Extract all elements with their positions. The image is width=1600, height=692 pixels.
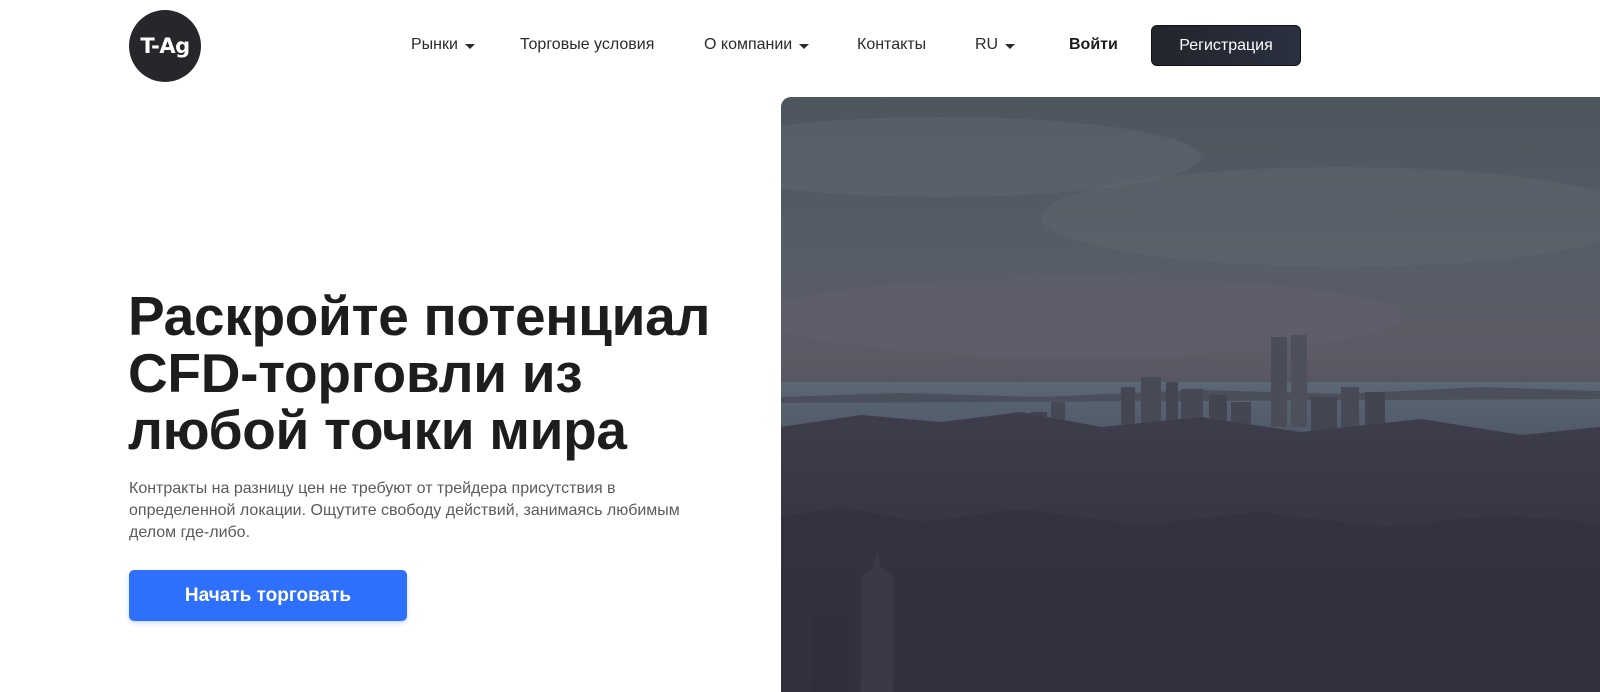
nav-item-about[interactable]: О компании [704, 33, 810, 57]
nav-item-label: Контакты [857, 36, 927, 53]
login-link[interactable]: Войти [1069, 33, 1118, 57]
caret-down-icon [1005, 43, 1016, 49]
nav-item-label: О компании [704, 36, 793, 53]
nav-item-trading-conditions[interactable]: Торговые условия [520, 33, 654, 57]
hero-description-line: делом где-либо. [129, 524, 251, 541]
hero-description-line: Контракты на разницу цен не требуют от т… [129, 480, 616, 497]
start-trading-label: Начать торговать [184, 584, 352, 606]
hero-description-line: определенной локации. Ощутите свободу де… [129, 502, 680, 519]
hero-title-line: Раскройте потенциал [128, 285, 711, 347]
register-label: Регистрация [1179, 36, 1273, 54]
language-selector[interactable]: RU [975, 33, 1016, 57]
caret-down-icon [464, 43, 475, 49]
nav-item-contacts[interactable]: Контакты [857, 33, 926, 57]
site-header: T-Ag Рынки Торговые условия О компании К… [0, 0, 1600, 92]
login-label: Войти [1069, 36, 1118, 53]
nav-item-markets[interactable]: Рынки [411, 33, 475, 57]
register-button[interactable]: Регистрация [1151, 25, 1301, 66]
language-label: RU [975, 36, 999, 53]
main-nav: Рынки Торговые условия О компании Контак… [0, 33, 1600, 57]
hero-title-line: CFD-торговли из [128, 342, 583, 404]
hero-description: Контракты на разницу цен не требуют от т… [129, 478, 729, 544]
start-trading-button[interactable]: Начать торговать [129, 570, 407, 621]
caret-down-icon [799, 43, 810, 49]
nav-item-label: Торговые условия [520, 36, 655, 53]
city-skyline-image [781, 97, 1600, 692]
city-skyline-illustration [781, 117, 1600, 692]
hero-title-line: любой точки мира [128, 399, 627, 461]
nav-item-label: Рынки [411, 36, 458, 53]
hero-title: Раскройте потенциал CFD-торговли из любо… [128, 288, 788, 459]
